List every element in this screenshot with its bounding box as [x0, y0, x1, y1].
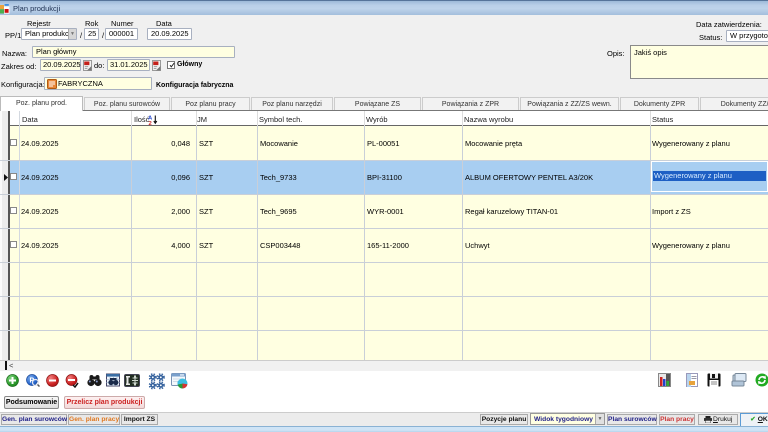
svg-text:P: P: [30, 378, 35, 385]
svg-text:2: 2: [149, 121, 152, 125]
